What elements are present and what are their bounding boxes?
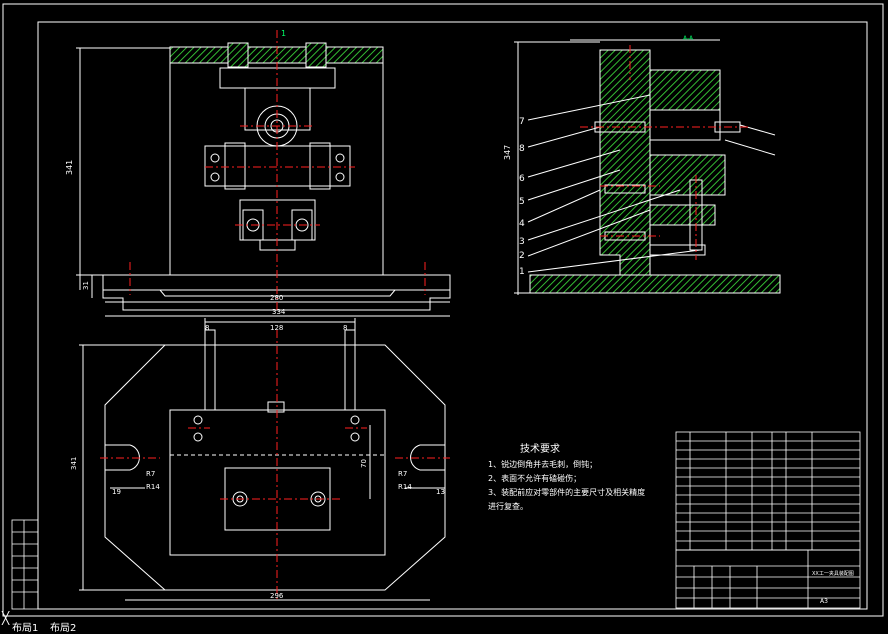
front-dim-height: 341	[65, 160, 74, 175]
side-view	[514, 39, 781, 295]
leader-8: 8	[519, 144, 525, 154]
tech-title: 技术要求	[520, 442, 560, 455]
dim-8-left: 8	[205, 324, 209, 332]
cad-drawing-canvas[interactable]: 341 31 280 334 1 347 A-A 7 8 6 5 4 3 2 1…	[0, 0, 888, 631]
dim-70: 70	[360, 459, 368, 468]
dim-13: 13	[436, 488, 445, 496]
top-view	[79, 318, 446, 601]
title-block	[675, 549, 861, 609]
top-view-centerlines	[100, 330, 450, 600]
side-section-label: A-A	[683, 35, 694, 42]
leader-3: 3	[519, 237, 525, 247]
tech-item-2: 2、表面不允许有磕碰伤；	[488, 473, 581, 483]
leader-6: 6	[519, 174, 525, 184]
leader-5: 5	[519, 197, 525, 207]
leader-1: 1	[519, 267, 525, 277]
title-block-name: XX工一夹具装配图	[812, 570, 854, 577]
front-balloon-1: 1	[281, 29, 286, 38]
technical-requirements: 技术要求 1、锐边倒角并去毛刺，倒钝； 2、表面不允许有磕碰伤； 3、装配前应对…	[488, 442, 645, 511]
front-dim-334: 334	[272, 308, 286, 316]
leader-4: 4	[519, 219, 525, 229]
tech-item-4: 进行复查。	[488, 501, 528, 511]
side-base-plate	[529, 274, 781, 294]
front-view-centerlines	[129, 30, 426, 310]
title-block-scale: A3	[820, 598, 828, 605]
dim-341-top: 341	[70, 457, 78, 470]
dim-r7-right: R7	[398, 470, 407, 478]
dim-r14-left: R14	[146, 483, 160, 491]
layout-tab-bar: ╳ 布局1 布局2	[0, 611, 888, 634]
tab-layout-2[interactable]: 布局2	[50, 619, 76, 634]
dim-r14-right: R14	[398, 483, 412, 491]
dim-19: 19	[112, 488, 121, 496]
dim-296: 296	[270, 592, 284, 600]
ucs-axis-icon: ╳	[2, 611, 10, 625]
dim-8-right: 8	[343, 324, 347, 332]
parts-list	[675, 431, 861, 551]
side-leader-numbers: 7 8 6 5 4 3 2 1	[519, 117, 525, 277]
tab-layout-1[interactable]: 布局1	[12, 619, 38, 634]
leader-7: 7	[519, 117, 525, 127]
tech-item-1: 1、锐边倒角并去毛刺，倒钝；	[488, 459, 597, 469]
leader-2: 2	[519, 251, 525, 261]
dim-r7-left: R7	[146, 470, 155, 478]
tech-item-3: 3、装配前应对零部件的主要尺寸及相关精度	[488, 487, 645, 497]
side-stamp	[11, 519, 39, 610]
side-column	[599, 49, 651, 276]
dim-128: 128	[270, 324, 283, 332]
front-dim-base: 31	[82, 281, 90, 290]
front-dim-280: 280	[270, 294, 283, 302]
side-dim-height: 347	[503, 145, 512, 160]
front-view	[76, 42, 451, 317]
top-view-dimensions: 128 8 8 341 70 19 13 R7 R14 R7 R14 296	[70, 324, 445, 600]
